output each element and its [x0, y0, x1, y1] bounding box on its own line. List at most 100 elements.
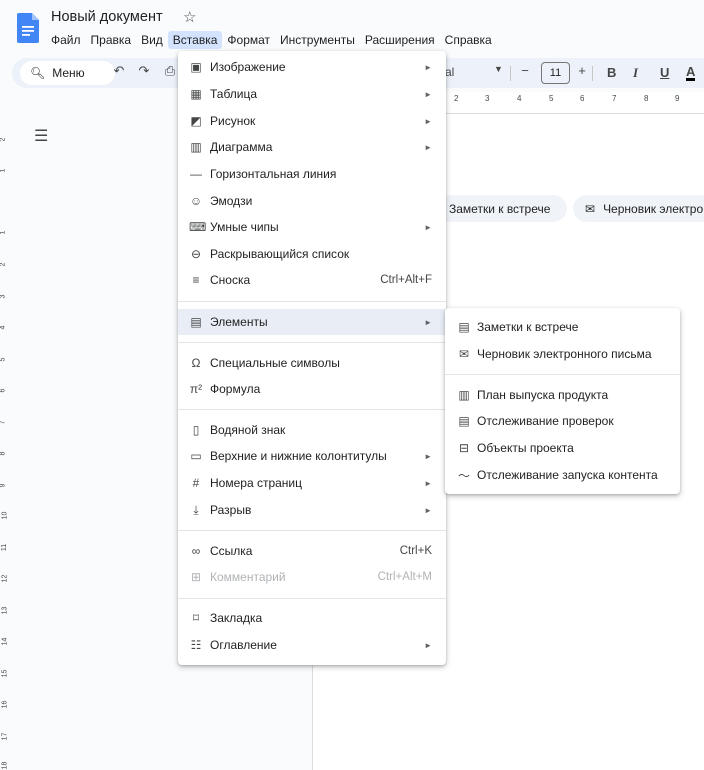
submenu-item-review-tracker[interactable]: ▤ Отслеживание проверок: [445, 408, 680, 434]
menu-item-label: Умные чипы: [210, 220, 279, 234]
chip-meeting-notes-label: Заметки к встрече: [449, 201, 551, 216]
font-dropdown-icon[interactable]: ▼: [494, 64, 503, 74]
font-size-input[interactable]: 11: [541, 62, 570, 84]
italic-button[interactable]: I: [633, 65, 638, 81]
menu-item-table[interactable]: ▦ Таблица ►: [178, 81, 446, 107]
table-of-contents-icon: ☷: [190, 638, 202, 652]
menu-item-label: Элементы: [210, 315, 268, 329]
toolbar-divider: [510, 66, 511, 81]
submenu-arrow-icon: ►: [424, 222, 432, 232]
menu-help[interactable]: Справка: [440, 31, 497, 49]
menu-item-footnote[interactable]: ≡ Сноска Ctrl+Alt+F: [178, 267, 446, 293]
menu-item-image[interactable]: ▣ Изображение ►: [178, 54, 446, 80]
menu-item-watermark[interactable]: ▯ Водяной знак: [178, 417, 446, 443]
menu-item-page-numbers[interactable]: # Номера страниц ►: [178, 470, 446, 496]
ruler-number: 4: [517, 94, 522, 103]
menu-item-building-blocks[interactable]: ▤ Элементы ►: [178, 309, 446, 335]
ruler-number: 1: [0, 168, 7, 173]
menu-item-dropdown[interactable]: ⊖ Раскрывающийся список: [178, 241, 446, 267]
menu-item-label: Диаграмма: [210, 140, 273, 154]
building-blocks-submenu: ▤ Заметки к встрече ✉ Черновик электронн…: [445, 308, 680, 494]
menu-item-label: Разрыв: [210, 503, 252, 517]
menu-item-table-of-contents[interactable]: ☷ Оглавление ►: [178, 632, 446, 658]
ruler-number: 2: [0, 262, 7, 267]
menu-insert[interactable]: Вставка: [167, 31, 223, 49]
submenu-item-label: Отслеживание проверок: [477, 414, 614, 428]
menu-item-horizontal-line[interactable]: — Горизонтальная линия: [178, 161, 446, 187]
submenu-item-product-roadmap[interactable]: ▥ План выпуска продукта: [445, 382, 680, 408]
shortcut-label: Ctrl+Alt+F: [380, 274, 432, 286]
star-icon[interactable]: ☆: [183, 8, 196, 26]
add-comment-icon: ⊞: [190, 570, 202, 584]
horizontal-line-icon: —: [190, 167, 202, 181]
trend-icon: 〜: [457, 468, 470, 483]
menu-view[interactable]: Вид: [136, 31, 168, 49]
submenu-item-meeting-notes[interactable]: ▤ Заметки к встрече: [445, 314, 680, 340]
ruler-number: 2: [0, 137, 7, 142]
menu-bar: Файл Правка Вид Вставка Формат Инструмен…: [46, 31, 497, 49]
menu-file[interactable]: Файл: [46, 31, 86, 49]
menu-edit[interactable]: Правка: [86, 31, 137, 49]
submenu-arrow-icon: ►: [424, 451, 432, 461]
menu-format[interactable]: Формат: [222, 31, 275, 49]
menu-item-label: Комментарий: [210, 570, 286, 584]
chart-icon: ▥: [190, 140, 202, 154]
bold-button[interactable]: B: [607, 65, 616, 80]
menu-item-break[interactable]: ⤓ Разрыв ►: [178, 497, 446, 523]
menu-item-special-characters[interactable]: Ω Специальные символы: [178, 350, 446, 376]
menu-divider: [178, 301, 446, 302]
menu-item-label: Специальные символы: [210, 356, 340, 370]
menu-item-label: Рисунок: [210, 114, 256, 128]
menu-item-emoji[interactable]: ☺ Эмодзи: [178, 188, 446, 214]
document-outline-icon[interactable]: ☰: [34, 126, 48, 146]
ruler-number: 4: [0, 325, 7, 330]
menu-divider: [178, 530, 446, 531]
text-color-button[interactable]: A: [686, 65, 696, 81]
document-title[interactable]: Новый документ: [51, 9, 163, 25]
submenu-arrow-icon: ►: [424, 89, 432, 99]
smart-chip-icon: ⌨: [189, 220, 207, 234]
menu-item-chart[interactable]: ▥ Диаграмма ►: [178, 134, 446, 160]
pi-icon: π²: [189, 382, 203, 396]
ruler-number: 3: [485, 94, 490, 103]
watermark-icon: ▯: [192, 423, 200, 437]
menu-item-link[interactable]: ∞ Ссылка Ctrl+K: [178, 538, 446, 564]
submenu-item-content-launch[interactable]: 〜 Отслеживание запуска контента: [445, 462, 680, 488]
ruler-number: 18: [1, 761, 9, 770]
submenu-item-project-assets[interactable]: ⊟ Объекты проекта: [445, 435, 680, 461]
font-name[interactable]: al: [445, 65, 454, 79]
menu-item-smart-chips[interactable]: ⌨ Умные чипы ►: [178, 214, 446, 240]
menu-item-headers-footers[interactable]: ▭ Верхние и нижние колонтитулы ►: [178, 443, 446, 469]
toolbar-divider: [592, 66, 593, 81]
menu-item-bookmark[interactable]: ⌑ Закладка: [178, 605, 446, 631]
ruler-number: 13: [1, 606, 9, 615]
underline-button[interactable]: U: [660, 65, 669, 80]
menu-item-label: Эмодзи: [210, 194, 253, 208]
redo-icon[interactable]: ↷: [135, 63, 153, 79]
menu-item-equation[interactable]: π² Формула: [178, 376, 446, 402]
table-icon: ▦: [190, 87, 202, 101]
submenu-arrow-icon: ►: [424, 116, 432, 126]
increase-font-icon[interactable]: +: [573, 63, 591, 78]
menu-item-drawing[interactable]: ◩ Рисунок ►: [178, 108, 446, 134]
submenu-item-email-draft[interactable]: ✉ Черновик электронного письма: [445, 341, 680, 367]
print-icon[interactable]: ⎙: [161, 63, 179, 79]
submenu-arrow-icon: ►: [424, 62, 432, 72]
menu-extensions[interactable]: Расширения: [360, 31, 440, 49]
docs-logo-icon[interactable]: [17, 13, 39, 43]
chip-email-draft[interactable]: ✉ Черновик электро: [573, 195, 704, 222]
chip-meeting-notes[interactable]: Заметки к встрече: [437, 195, 567, 222]
undo-icon[interactable]: ↶: [110, 63, 128, 79]
ruler-number: 5: [549, 94, 554, 103]
menu-item-comment[interactable]: ⊞ Комментарий Ctrl+Alt+M: [178, 564, 446, 590]
decrease-font-icon[interactable]: −: [516, 63, 534, 78]
archive-icon: ⊟: [458, 441, 470, 455]
menu-item-label: Формула: [210, 382, 261, 396]
ruler-number: 2: [454, 94, 459, 103]
vertical-ruler[interactable]: 2 1 1 2 3 4 5 6 7 8 9 10 11 12 13 14 15 …: [0, 114, 14, 770]
menu-item-label: Изображение: [210, 60, 286, 74]
search-menus-button[interactable]: 🔍︎ Меню: [20, 61, 115, 85]
header: Новый документ ☆ Файл Правка Вид Вставка…: [0, 0, 704, 56]
menu-item-label: Раскрывающийся список: [210, 247, 350, 261]
menu-tools[interactable]: Инструменты: [275, 31, 360, 49]
